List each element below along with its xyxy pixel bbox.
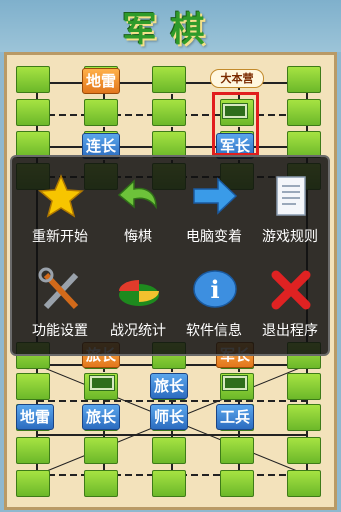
game-piece[interactable]: 地雷 <box>16 404 54 430</box>
game-piece[interactable]: 师长 <box>150 404 188 430</box>
menu-item-label: 悔棋 <box>124 229 152 245</box>
forward-arrow-icon <box>193 177 238 215</box>
undo-arrow-icon <box>117 179 157 210</box>
info-icon: i <box>193 270 237 308</box>
game-piece[interactable]: 旅长 <box>82 404 120 430</box>
menu-item-label: 电脑变着 <box>186 229 242 245</box>
board-square[interactable] <box>84 437 118 464</box>
game-piece[interactable]: 地雷 <box>82 68 120 94</box>
board-square[interactable] <box>152 66 186 93</box>
menu-item-undo[interactable]: 悔棋 <box>98 163 178 253</box>
board-square[interactable] <box>16 373 50 400</box>
board-square[interactable] <box>220 470 254 497</box>
selected-piece-highlight <box>212 92 259 156</box>
board-square[interactable] <box>287 373 321 400</box>
camp-square <box>222 375 248 391</box>
menu-item-label: 游戏规则 <box>262 229 318 245</box>
board-square[interactable] <box>84 470 118 497</box>
board-square[interactable] <box>287 99 321 126</box>
close-icon <box>271 270 311 310</box>
game-title: 军棋 <box>122 10 219 50</box>
tools-icon <box>38 267 79 310</box>
board-square[interactable] <box>287 470 321 497</box>
board-square[interactable] <box>287 131 321 158</box>
svg-text:i: i <box>210 275 219 304</box>
menu-item-label: 软件信息 <box>186 323 242 339</box>
game-piece[interactable]: 旅长 <box>150 373 188 399</box>
game-piece[interactable]: 工兵 <box>216 404 254 430</box>
menu-item-statistics[interactable]: 战况统计 <box>98 257 178 347</box>
game-menu: 重新开始 悔棋 电脑变着 游戏规则 功能设置 战况统计 i 软件信息 退出程序 <box>10 155 330 356</box>
board-square[interactable] <box>287 66 321 93</box>
camp-square <box>89 375 115 391</box>
menu-item-label: 重新开始 <box>32 229 88 245</box>
board-square[interactable] <box>16 437 50 464</box>
menu-item-about[interactable]: i 软件信息 <box>174 257 254 347</box>
board-square[interactable] <box>16 470 50 497</box>
board-square[interactable] <box>287 404 321 431</box>
board-square[interactable] <box>16 131 50 158</box>
document-icon <box>276 176 306 216</box>
menu-item-computer-move[interactable]: 电脑变着 <box>174 163 254 253</box>
board-square[interactable] <box>152 470 186 497</box>
menu-item-label: 退出程序 <box>262 323 318 339</box>
board-square[interactable] <box>16 99 50 126</box>
menu-item-restart[interactable]: 重新开始 <box>20 163 100 253</box>
star-icon <box>38 174 84 218</box>
board-square[interactable] <box>220 437 254 464</box>
menu-item-label: 功能设置 <box>32 323 88 339</box>
board-square[interactable] <box>287 437 321 464</box>
board-square[interactable] <box>152 99 186 126</box>
menu-item-exit[interactable]: 退出程序 <box>250 257 330 347</box>
menu-item-settings[interactable]: 功能设置 <box>20 257 100 347</box>
game-screen: 军棋 大本营 地雷 连长 军长 旅长 地雷 旅长 师长 工兵 重新开始 悔棋 电… <box>0 0 341 512</box>
board-square[interactable] <box>84 99 118 126</box>
menu-item-rules[interactable]: 游戏规则 <box>250 163 330 253</box>
board-square[interactable] <box>152 437 186 464</box>
board-square[interactable] <box>152 131 186 158</box>
header: 军棋 <box>0 0 341 52</box>
menu-item-label: 战况统计 <box>110 323 166 339</box>
board-square[interactable] <box>16 66 50 93</box>
pie-chart-icon <box>119 280 159 306</box>
headquarters-label: 大本营 <box>210 69 264 88</box>
